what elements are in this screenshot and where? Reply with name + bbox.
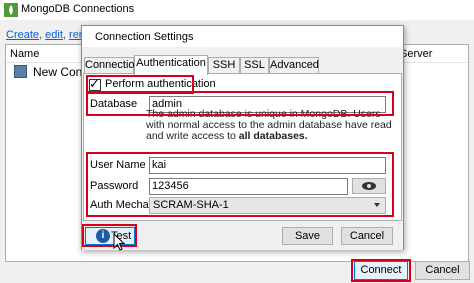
tab-ssh[interactable]: SSH: [208, 57, 240, 74]
show-password-button[interactable]: [352, 178, 386, 194]
authentication-pane: ✓ Perform authentication Database admin …: [83, 73, 402, 221]
password-field[interactable]: 123456: [149, 178, 348, 195]
checkmark-icon: ✓: [89, 76, 100, 91]
eye-icon: [362, 182, 376, 190]
tab-authentication[interactable]: Authentication: [134, 55, 208, 75]
cancel-button[interactable]: Cancel: [415, 261, 470, 280]
auth-mechanism-select[interactable]: SCRAM-SHA-1: [149, 197, 386, 214]
perform-auth-label: Perform authentication: [105, 78, 216, 90]
dialog-titlebar: Connection Settings: [82, 26, 403, 47]
dialog-cancel-button[interactable]: Cancel: [341, 227, 393, 245]
save-button[interactable]: Save: [282, 227, 333, 245]
connect-button[interactable]: Connect: [354, 261, 408, 280]
dialog-body: Connection Authentication SSH SSL Advanc…: [82, 47, 403, 250]
tab-advanced[interactable]: Advanced: [269, 57, 319, 74]
user-name-field[interactable]: kai: [149, 157, 386, 174]
perform-auth-checkbox[interactable]: ✓: [89, 76, 101, 91]
connections-titlebar: MongoDB Connections: [0, 0, 474, 20]
connections-title: MongoDB Connections: [21, 3, 135, 15]
tab-ssl[interactable]: SSL: [240, 57, 269, 74]
database-note: The admin database is unique in MongoDB.…: [146, 109, 392, 142]
create-link[interactable]: Create: [6, 29, 39, 41]
column-header-name[interactable]: Name: [10, 48, 39, 60]
user-name-label: User Name: [90, 159, 146, 171]
connection-icon: [14, 65, 27, 78]
dialog-title: Connection Settings: [95, 31, 194, 43]
database-label: Database: [90, 98, 138, 110]
info-icon: i: [96, 229, 110, 243]
chevron-down-icon: [374, 203, 380, 207]
password-label: Password: [90, 180, 139, 192]
edit-link[interactable]: edit: [45, 29, 63, 41]
test-button[interactable]: i Test: [85, 227, 135, 245]
column-header-server[interactable]: Server: [400, 48, 432, 60]
auth-mechanism-value: SCRAM-SHA-1: [153, 199, 229, 211]
connection-settings-dialog: Connection Settings Connection Authentic…: [81, 25, 404, 250]
mongodb-leaf-icon: [4, 3, 18, 17]
mouse-cursor-icon: [113, 233, 125, 251]
tab-connection[interactable]: Connection: [84, 57, 141, 74]
